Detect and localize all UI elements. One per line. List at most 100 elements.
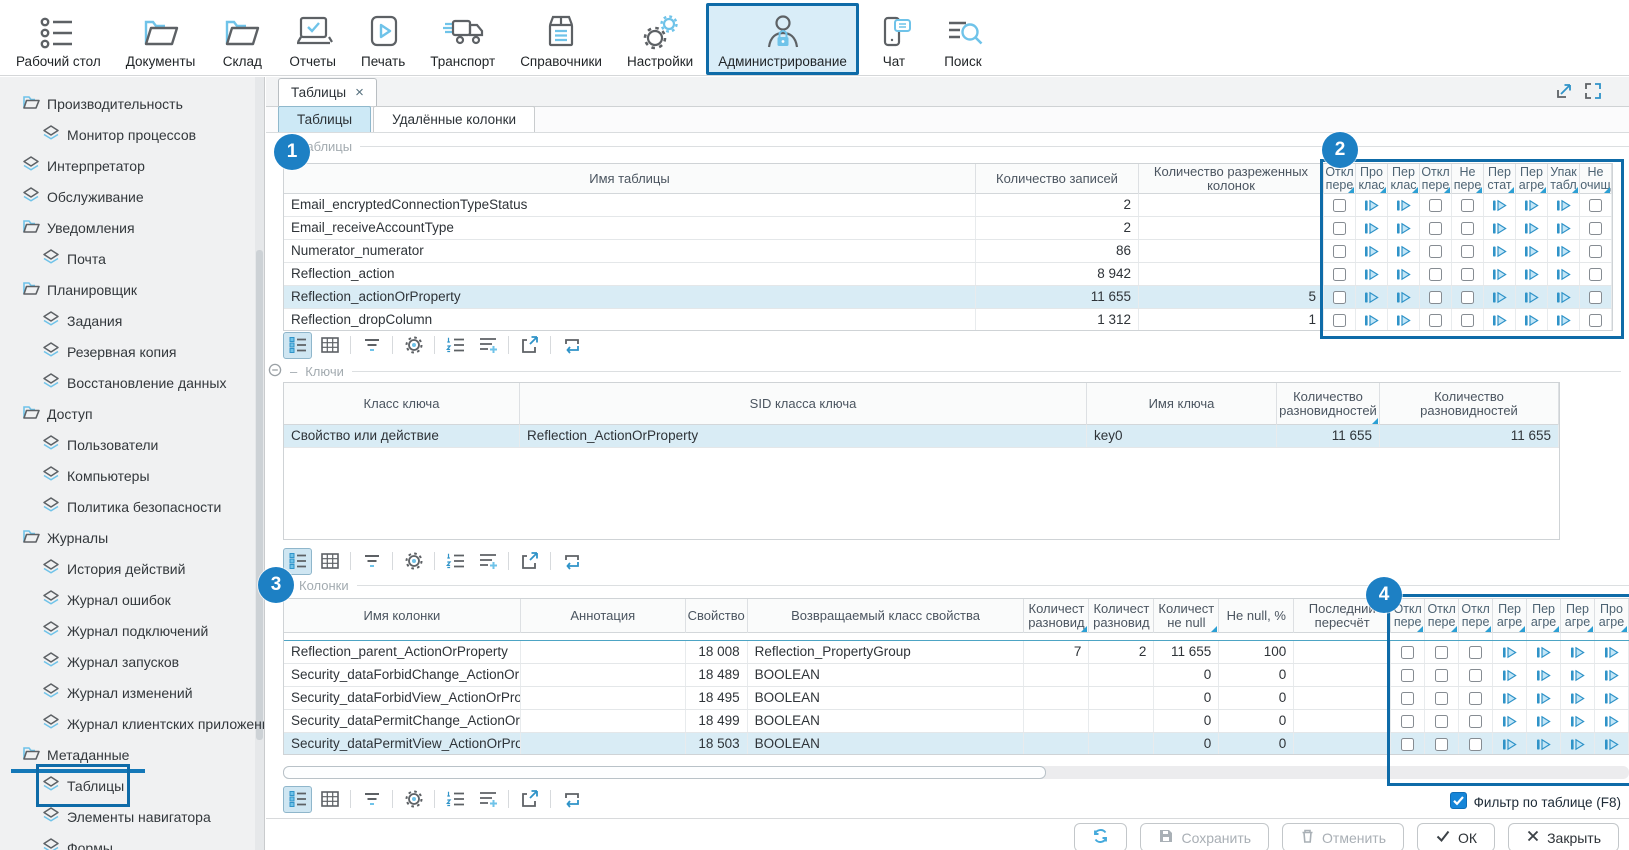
refresh-loop-icon[interactable] [557, 786, 586, 813]
filter-icon[interactable] [357, 332, 386, 359]
grid-icon[interactable] [315, 548, 344, 575]
flag-checkbox[interactable] [1324, 309, 1356, 331]
filter-by-table-checkbox[interactable]: Фильтр по таблице (F8) [1450, 792, 1621, 812]
column-header[interactable]: Не null, % [1219, 599, 1294, 633]
sidebar-item-восстановление-данных[interactable]: Восстановление данных [42, 367, 226, 398]
close-icon[interactable]: × [355, 85, 364, 100]
sidebar-item-интерпретатор[interactable]: Интерпретатор [22, 150, 145, 181]
flag-checkbox[interactable] [1580, 194, 1612, 216]
flag-checkbox[interactable] [1459, 733, 1493, 755]
recalculate-play-icon[interactable] [1527, 641, 1561, 663]
sidebar-item-обслуживание[interactable]: Обслуживание [22, 181, 144, 212]
open-external-icon[interactable] [515, 548, 544, 575]
flag-column-header[interactable]: Пер агре [1561, 599, 1595, 633]
flag-checkbox[interactable] [1580, 217, 1612, 239]
gear-icon[interactable] [399, 786, 428, 813]
toolbar-button-documents[interactable]: Документы [114, 3, 208, 75]
save-button[interactable]: Сохранить [1140, 823, 1269, 850]
table-row[interactable]: Reflection_action8 942 [284, 263, 1612, 286]
flag-checkbox[interactable] [1391, 641, 1425, 663]
recalculate-play-icon[interactable] [1548, 217, 1580, 239]
recalculate-play-icon[interactable] [1484, 309, 1516, 331]
flag-checkbox[interactable] [1420, 217, 1452, 239]
toolbar-button-warehouse[interactable]: Склад [208, 3, 276, 75]
table-row[interactable]: Security_dataPermitChange_ActionOrProper… [284, 710, 1629, 733]
flag-column-header[interactable]: Пер клас [1388, 164, 1420, 194]
recalculate-play-icon[interactable] [1548, 240, 1580, 262]
flag-checkbox[interactable] [1452, 194, 1484, 216]
sidebar-item-журнал-изменений[interactable]: Журнал изменений [42, 677, 193, 708]
sidebar-item-политика-безопасности[interactable]: Политика безопасности [42, 491, 221, 522]
numbered-list-icon[interactable] [441, 332, 470, 359]
recalculate-play-icon[interactable] [1527, 687, 1561, 709]
recalculate-play-icon[interactable] [1356, 217, 1388, 239]
recalculate-play-icon[interactable] [1484, 217, 1516, 239]
grid-icon[interactable] [315, 332, 344, 359]
gear-icon[interactable] [399, 548, 428, 575]
sidebar-item-формы[interactable]: Формы [42, 832, 113, 850]
column-header[interactable]: SID класса ключа [520, 383, 1087, 425]
flag-column-header[interactable]: Пер агре [1527, 599, 1561, 633]
flag-column-header[interactable]: Откл пере [1459, 599, 1493, 633]
recalculate-play-icon[interactable] [1561, 733, 1595, 755]
recalculate-play-icon[interactable] [1527, 733, 1561, 755]
column-header[interactable]: Аннотация [521, 599, 686, 633]
recalculate-play-icon[interactable] [1484, 240, 1516, 262]
recalculate-play-icon[interactable] [1516, 286, 1548, 308]
recalculate-play-icon[interactable] [1516, 217, 1548, 239]
recalculate-play-icon[interactable] [1356, 286, 1388, 308]
sidebar-item-доступ[interactable]: Доступ [22, 398, 93, 429]
table-row[interactable]: Reflection_dropColumn1 3121 [284, 309, 1612, 331]
recalculate-play-icon[interactable] [1516, 309, 1548, 331]
table-row[interactable]: Reflection_actionOrProperty11 6555 [284, 286, 1612, 309]
toolbar-button-transport[interactable]: Транспорт [418, 3, 507, 75]
flag-column-header[interactable]: Пер агре [1493, 599, 1527, 633]
collapse-icon[interactable] [268, 363, 282, 380]
filter-icon[interactable] [357, 786, 386, 813]
flag-column-header[interactable]: Пер агре [1516, 164, 1548, 194]
sub-tab-таблицы[interactable]: Таблицы [278, 106, 371, 132]
recalculate-play-icon[interactable] [1548, 286, 1580, 308]
flag-column-header[interactable]: Не пере [1452, 164, 1484, 194]
flag-checkbox[interactable] [1420, 309, 1452, 331]
column-header[interactable]: Количест разновид [1024, 599, 1089, 633]
recalculate-play-icon[interactable] [1595, 664, 1629, 686]
recalculate-play-icon[interactable] [1493, 710, 1527, 732]
sidebar-item-уведомления[interactable]: Уведомления [22, 212, 135, 243]
recalculate-play-icon[interactable] [1356, 309, 1388, 331]
table-row[interactable]: Свойство или действиеReflection_ActionOr… [284, 425, 1559, 448]
flag-checkbox[interactable] [1420, 240, 1452, 262]
recalculate-play-icon[interactable] [1548, 194, 1580, 216]
flag-checkbox[interactable] [1324, 240, 1356, 262]
recalculate-play-icon[interactable] [1595, 687, 1629, 709]
flag-checkbox[interactable] [1452, 309, 1484, 331]
table-row[interactable]: Reflection_parent_ActionOrProperty18 008… [284, 641, 1629, 664]
flag-checkbox[interactable] [1324, 263, 1356, 285]
recalculate-play-icon[interactable] [1595, 710, 1629, 732]
column-header[interactable]: Имя колонки [284, 599, 521, 633]
table-row[interactable]: Email_receiveAccountType2 [284, 217, 1612, 240]
recalculate-play-icon[interactable] [1527, 664, 1561, 686]
flag-checkbox[interactable] [1391, 687, 1425, 709]
sidebar-scrollbar-thumb[interactable] [256, 250, 263, 740]
flag-checkbox[interactable] [1580, 309, 1612, 331]
flag-checkbox[interactable] [1324, 194, 1356, 216]
numbered-list-icon[interactable] [441, 786, 470, 813]
flag-checkbox[interactable] [1580, 263, 1612, 285]
refresh-loop-icon[interactable] [557, 332, 586, 359]
flag-checkbox[interactable] [1425, 633, 1459, 640]
sidebar-item-монитор-процессов[interactable]: Монитор процессов [42, 119, 196, 150]
sidebar-item-журнал-подключений[interactable]: Журнал подключений [42, 615, 208, 646]
flag-column-header[interactable]: Пер стат [1484, 164, 1516, 194]
recalculate-play-icon[interactable] [1595, 641, 1629, 663]
recalculate-play-icon[interactable] [1561, 664, 1595, 686]
column-header[interactable]: Свойство [686, 599, 748, 633]
table-row[interactable]: Security_dataForbidView_ActionOrProperty… [284, 687, 1629, 710]
recalculate-play-icon[interactable] [1484, 263, 1516, 285]
column-header[interactable]: Количест не null [1154, 599, 1219, 633]
flag-checkbox[interactable] [1420, 286, 1452, 308]
flag-checkbox[interactable] [1391, 733, 1425, 755]
toolbar-button-print[interactable]: Печать [349, 3, 417, 75]
recalculate-play-icon[interactable] [1484, 286, 1516, 308]
column-header[interactable]: Имя таблицы [284, 164, 976, 194]
